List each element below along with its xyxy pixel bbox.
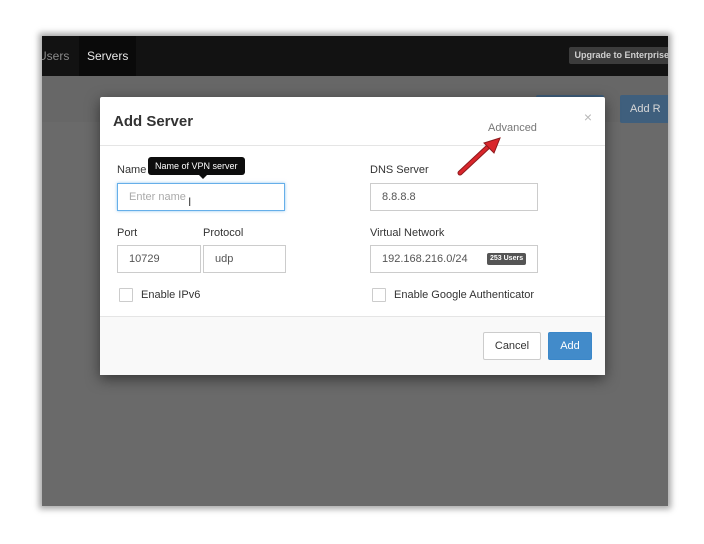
top-navbar: Users Servers Upgrade to Enterprise (42, 36, 668, 76)
users-count-badge: 253 Users (487, 253, 527, 265)
virtual-network-label: Virtual Network (370, 227, 445, 239)
modal-title: Add Server (113, 113, 194, 130)
nav-item-servers[interactable]: Servers (79, 36, 137, 76)
port-input[interactable]: 10729 (117, 245, 201, 273)
port-label: Port (117, 227, 138, 239)
protocol-label: Protocol (203, 227, 244, 239)
advanced-link[interactable]: Advanced (488, 122, 537, 134)
tooltip-pointer (199, 175, 207, 179)
background-add-button: Add R (620, 95, 668, 123)
name-label: Name (117, 164, 147, 176)
upgrade-button[interactable]: Upgrade to Enterprise (569, 47, 668, 64)
name-placeholder: Enter name (129, 191, 186, 203)
enable-google-auth-checkbox[interactable] (372, 288, 386, 302)
dns-server-input[interactable]: 8.8.8.8 (370, 183, 538, 211)
name-input[interactable]: Enter name I (117, 183, 285, 211)
modal-footer: Cancel Add (100, 316, 605, 375)
nav-item-users[interactable]: Users (42, 36, 69, 76)
cancel-button[interactable]: Cancel (483, 332, 541, 360)
close-icon[interactable]: × (584, 109, 592, 125)
add-server-modal: Add Server Advanced × Name Name of VPN s… (100, 97, 605, 375)
annotation-arrow-icon (457, 137, 501, 176)
virtual-network-input[interactable]: 192.168.216.0/24 253 Users (370, 245, 538, 273)
name-tooltip-text: Name of VPN server (155, 161, 238, 171)
enable-ipv6-checkbox[interactable] (119, 288, 133, 302)
dns-server-label: DNS Server (370, 164, 429, 176)
protocol-value: udp (215, 253, 234, 265)
port-value: 10729 (129, 253, 160, 265)
text-cursor-icon: I (188, 195, 192, 209)
modal-header: Add Server Advanced × (100, 97, 605, 146)
add-button[interactable]: Add (548, 332, 592, 360)
name-tooltip: Name of VPN server (148, 157, 245, 179)
app-window: Users Servers Upgrade to Enterprise Add … (42, 36, 668, 506)
dns-server-value: 8.8.8.8 (382, 191, 416, 203)
virtual-network-value: 192.168.216.0/24 (382, 253, 468, 265)
enable-google-auth-label: Enable Google Authenticator (394, 289, 535, 301)
protocol-select[interactable]: udp (203, 245, 286, 273)
enable-ipv6-label: Enable IPv6 (141, 289, 201, 301)
